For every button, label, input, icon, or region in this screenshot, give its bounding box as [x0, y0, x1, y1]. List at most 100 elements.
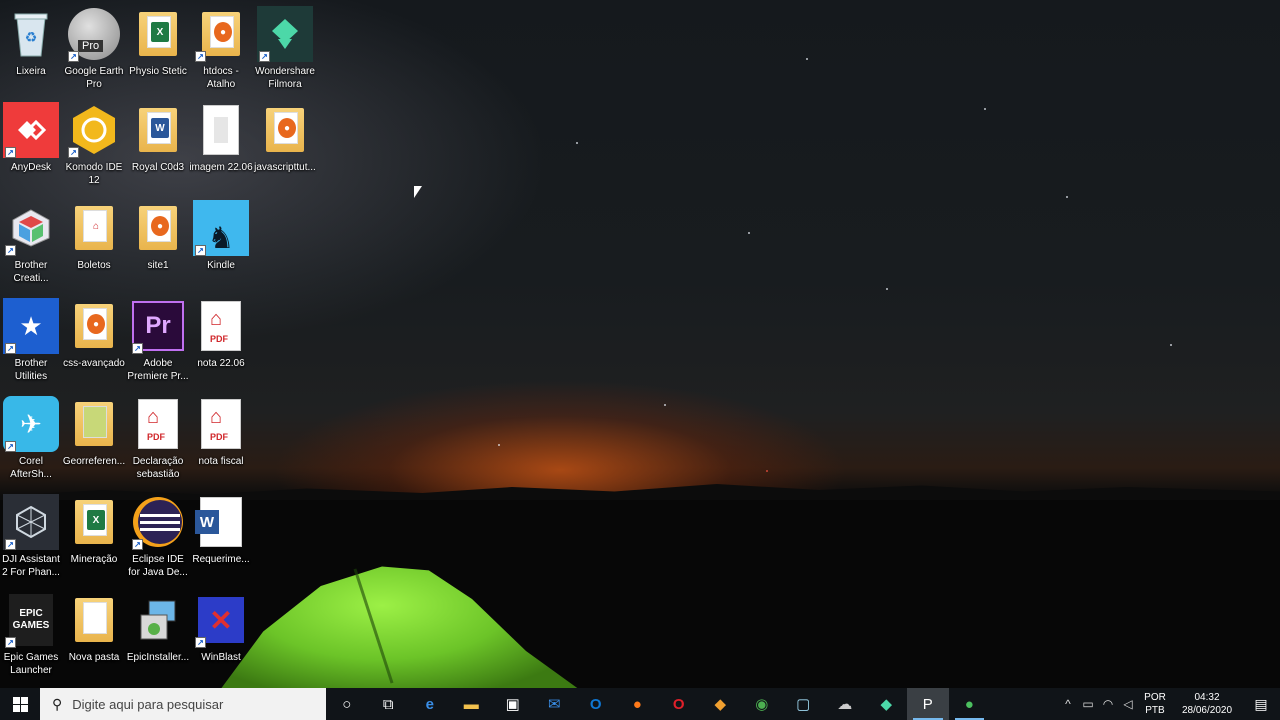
star: [766, 470, 768, 472]
desktop-icon-filmora[interactable]: ↗ Wondershare Filmora: [254, 4, 316, 100]
installer-icon: [130, 592, 186, 648]
icon-label: Epic Games Launcher: [3, 652, 59, 676]
icon-label: Requerime...: [192, 554, 250, 565]
store-button[interactable]: ▣: [492, 688, 534, 720]
shortcut-arrow-icon: ↗: [259, 51, 270, 62]
shortcut-arrow-icon: ↗: [5, 245, 16, 256]
icon-label: Wondershare Filmora: [255, 66, 315, 90]
system-tray: ^ ▭ ◠ ◁ POR PTB 04:32 28/06/2020 ▤: [1058, 688, 1280, 720]
pdf-icon: ⌂ PDF: [193, 396, 249, 452]
task-view-button[interactable]: ⧉: [368, 688, 410, 720]
excel-folder-icon: X: [130, 6, 186, 62]
icon-label: site1: [147, 260, 169, 271]
desktop-icon-royal-c0d3[interactable]: W Royal C0d3: [127, 100, 189, 196]
icon-label: Brother Utilities: [14, 358, 48, 382]
filmora-button[interactable]: ◆: [866, 688, 908, 720]
desktop-icon-brother-utilities[interactable]: ★ ↗ Brother Utilities: [0, 296, 62, 392]
file-explorer-button[interactable]: ▬: [451, 688, 493, 720]
desktop-icon-georreferen[interactable]: Georreferen...: [63, 394, 125, 490]
icon-label: Komodo IDE 12: [65, 162, 123, 186]
icon-label: Eclipse IDE for Java De...: [128, 554, 188, 578]
icon-label: imagem 22.06: [189, 162, 253, 173]
desktop-icon-boletos[interactable]: ⌂ Boletos: [63, 198, 125, 294]
desktop-icon-eclipse[interactable]: ↗ Eclipse IDE for Java De...: [127, 492, 189, 588]
volume-icon[interactable]: ◁: [1118, 697, 1138, 711]
eclipse-icon: ↗: [130, 494, 186, 550]
clock[interactable]: 04:32 28/06/2020: [1172, 691, 1242, 717]
chrome-button[interactable]: ◉: [741, 688, 783, 720]
icon-label: Nova pasta: [68, 652, 120, 663]
google-earth-icon: Pro ↗: [66, 6, 122, 62]
shortcut-arrow-icon: ↗: [68, 147, 79, 158]
desktop-icon-javascripttut[interactable]: ● javascripttut...: [254, 100, 316, 196]
icon-label: css-avançado: [63, 358, 125, 369]
icon-label: Lixeira: [16, 66, 46, 77]
desktop-icon-declaracao[interactable]: ⌂ PDF Declaração sebastião: [127, 394, 189, 490]
icon-label: Kindle: [207, 260, 235, 271]
desktop-icon-epic-games[interactable]: EPIC GAMES ↗ Epic Games Launcher: [0, 590, 62, 686]
show-hidden-icons-button[interactable]: ^: [1058, 697, 1078, 711]
edge-button[interactable]: e: [409, 688, 451, 720]
winblast-icon: ✕ ↗: [193, 592, 249, 648]
shortcut-arrow-icon: ↗: [5, 539, 16, 550]
firefox-folder-icon: ●: [66, 298, 122, 354]
mouse-cursor-icon: [414, 186, 422, 198]
start-button[interactable]: [0, 688, 40, 720]
powerpoint-button[interactable]: P: [907, 688, 949, 720]
star: [1066, 196, 1068, 198]
icon-label: Georreferen...: [62, 456, 126, 467]
image-app-button[interactable]: ◆: [700, 688, 742, 720]
shortcut-arrow-icon: ↗: [5, 637, 16, 648]
desktop-icon-brother-creative[interactable]: ↗ Brother Creati...: [0, 198, 62, 294]
desktop-icon-imagem[interactable]: imagem 22.06: [189, 100, 253, 196]
desktop-icon-google-earth[interactable]: Pro ↗ Google Earth Pro: [63, 4, 125, 100]
outlook-button[interactable]: O: [575, 688, 617, 720]
recycle-bin-icon: ♻: [3, 6, 59, 62]
desktop-icon-nota-2206[interactable]: ⌂ PDF nota 22.06: [190, 296, 252, 392]
brother-creative-icon: ↗: [3, 200, 59, 256]
language-indicator[interactable]: POR PTB: [1138, 691, 1172, 717]
folder-icon: [66, 396, 122, 452]
folder-icon: [66, 592, 122, 648]
mail-button[interactable]: ✉: [534, 688, 576, 720]
desktop-icon-requerimento[interactable]: W Requerime...: [190, 492, 252, 588]
star: [664, 404, 666, 406]
cortana-button[interactable]: ○: [326, 688, 368, 720]
notification-center-button[interactable]: ▤: [1242, 688, 1280, 720]
network-app-button[interactable]: ☁: [824, 688, 866, 720]
desktop-icon-site1[interactable]: ● site1: [127, 198, 189, 294]
icon-label: AnyDesk: [10, 162, 51, 173]
opera-button[interactable]: O: [658, 688, 700, 720]
desktop-icon-anydesk[interactable]: ↗ AnyDesk: [0, 100, 62, 196]
star: [984, 108, 986, 110]
desktop-icon-nova-pasta[interactable]: Nova pasta: [63, 590, 125, 686]
desktop-icon-mineracao[interactable]: X Mineração: [63, 492, 125, 588]
green-app-button[interactable]: ●: [949, 688, 991, 720]
icon-label: WinBlast: [201, 652, 241, 663]
desktop-icon-epic-installer[interactable]: EpicInstaller...: [127, 590, 189, 686]
desktop-icon-corel-aftershot[interactable]: ✈ ↗ Corel AfterSh...: [0, 394, 62, 490]
icon-label: Royal C0d3: [131, 162, 185, 173]
desktop-icon-nota-fiscal[interactable]: ⌂ PDF nota fiscal: [190, 394, 252, 490]
desktop-icon-css-avancado[interactable]: ● css-avançado: [63, 296, 125, 392]
icon-label: nota 22.06: [197, 358, 245, 369]
desktop-icon-winblast[interactable]: ✕ ↗ WinBlast: [190, 590, 252, 686]
desktop-icon-htdocs[interactable]: ● ↗ htdocs - Atalho: [190, 4, 252, 100]
desktop-icon-komodo[interactable]: ↗ Komodo IDE 12: [63, 100, 125, 196]
epic-games-icon: EPIC GAMES ↗: [3, 592, 59, 648]
desktop-icon-dji-assistant[interactable]: ↗ DJI Assistant 2 For Phan...: [0, 492, 62, 588]
desktop-icon-physio-stetic[interactable]: X Physio Stetic: [127, 4, 189, 100]
taskbar-search[interactable]: ⚲: [40, 688, 326, 720]
app-button[interactable]: ▢: [783, 688, 825, 720]
desktop-icon-adobe-premiere[interactable]: Pr ↗ Adobe Premiere Pr...: [127, 296, 189, 392]
icon-label: javascripttut...: [254, 162, 316, 173]
desktop-icon-kindle[interactable]: ♞ ↗ Kindle: [190, 198, 252, 294]
wifi-icon[interactable]: ◠: [1098, 697, 1118, 711]
battery-icon[interactable]: ▭: [1078, 697, 1098, 711]
word-folder-icon: W: [130, 102, 186, 158]
firefox-button[interactable]: ●: [617, 688, 659, 720]
icon-label: Mineração: [70, 554, 118, 565]
desktop-icon-lixeira[interactable]: ♻ Lixeira: [0, 4, 62, 100]
icon-label: DJI Assistant 2 For Phan...: [2, 554, 60, 578]
search-input[interactable]: [72, 696, 303, 712]
